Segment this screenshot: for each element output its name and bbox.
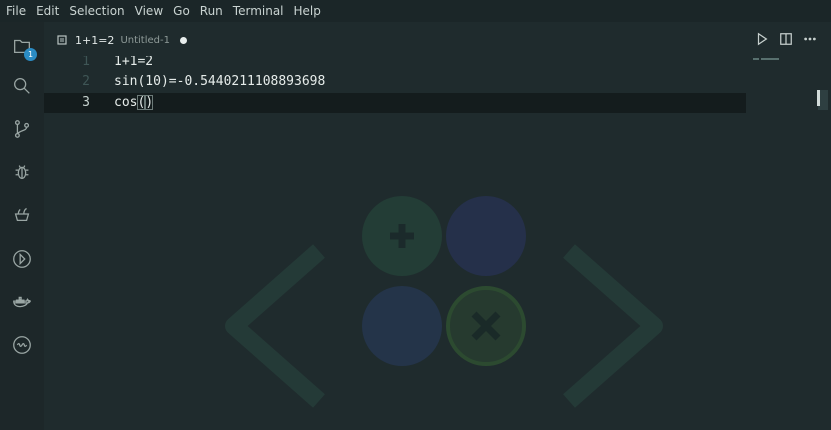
editor-area[interactable]: 1 1+1=2 2 sin(10)=-0.5440211108893698 3 … (44, 56, 831, 430)
line-number: 1 (82, 56, 90, 69)
code-line-3: 3 cos() (44, 93, 746, 113)
code-line-1: 1 1+1=2 (44, 56, 746, 72)
activity-bar: 1 (0, 22, 44, 430)
explorer-badge: 1 (24, 48, 37, 61)
tab-untitled-1[interactable]: 1+1=2 Untitled-1 (48, 28, 187, 52)
search-icon[interactable] (10, 74, 34, 98)
timeline-icon[interactable] (10, 247, 34, 271)
live-share-icon[interactable] (10, 333, 34, 357)
line-text: 1+1=2 (114, 56, 154, 69)
more-actions-icon[interactable] (803, 32, 817, 46)
vscode-window: File Edit Selection View Go Run Terminal… (0, 0, 831, 430)
source-control-icon[interactable] (10, 117, 34, 141)
background-logo (225, 196, 663, 408)
run-icon[interactable] (755, 32, 769, 46)
menu-selection[interactable]: Selection (64, 0, 129, 22)
menu-run[interactable]: Run (195, 0, 228, 22)
extensions-icon[interactable] (10, 202, 34, 226)
menu-help[interactable]: Help (289, 0, 326, 22)
menu-view[interactable]: View (130, 0, 168, 22)
menu-go[interactable]: Go (168, 0, 195, 22)
debug-icon[interactable] (10, 160, 34, 184)
line-number: 3 (82, 95, 90, 110)
function-name: cos (114, 95, 138, 110)
menu-edit[interactable]: Edit (31, 0, 64, 22)
line-text: cos() (114, 93, 153, 113)
cursor-position-marker (817, 90, 820, 106)
file-icon (57, 35, 67, 45)
split-editor-icon[interactable] (779, 32, 793, 46)
editor-actions (755, 30, 817, 48)
menu-terminal[interactable]: Terminal (228, 0, 289, 22)
files-icon[interactable]: 1 (10, 34, 37, 61)
code-line-2: 2 sin(10)=-0.5440211108893698 (44, 72, 746, 92)
menu-file[interactable]: File (0, 0, 31, 22)
bracket-close: ) (145, 95, 154, 110)
vertical-scrollbar[interactable] (816, 56, 830, 430)
line-number: 2 (82, 74, 90, 89)
tab-description: Untitled-1 (120, 34, 170, 46)
unsaved-dot-icon[interactable] (179, 36, 187, 44)
line-text: sin(10)=-0.5440211108893698 (114, 74, 326, 89)
tab-bar: 1+1=2 Untitled-1 (44, 22, 831, 56)
menu-bar: File Edit Selection View Go Run Terminal… (0, 0, 831, 22)
tab-title: 1+1=2 (75, 33, 115, 47)
minimap[interactable] (753, 56, 793, 62)
docker-icon[interactable] (10, 290, 34, 314)
